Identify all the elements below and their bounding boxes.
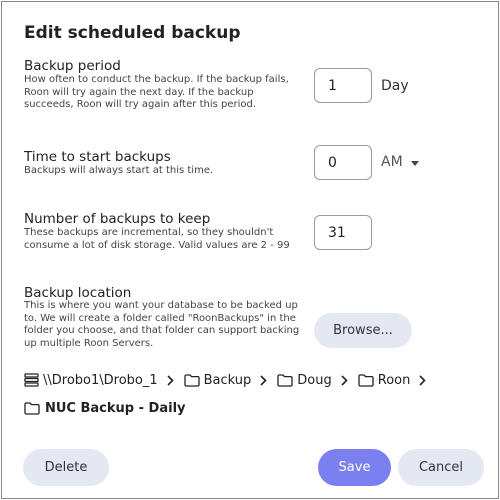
path-root-label: \\Drobo1\Drobo_1 [43, 372, 158, 388]
save-button[interactable]: Save [318, 449, 391, 486]
server-icon [24, 373, 39, 387]
dialog-title: Edit scheduled backup [24, 23, 241, 43]
folder-icon [277, 373, 293, 387]
chevron-right-icon [260, 374, 267, 386]
backup-path-breadcrumb: \\Drobo1\Drobo_1 Backup Doug Roon [24, 370, 436, 390]
start-time-description: Backups will always start at this time. [24, 165, 214, 176]
path-root[interactable]: \\Drobo1\Drobo_1 [24, 373, 158, 388]
browse-button[interactable]: Browse... [314, 313, 412, 348]
path-folder-label: Backup [203, 372, 252, 388]
path-folder-label: Doug [297, 372, 332, 388]
backup-path-final: NUC Backup - Daily [24, 398, 186, 418]
backup-period-description: How often to conduct the backup. If the … [24, 74, 289, 110]
chevron-right-icon [419, 374, 427, 386]
folder-icon [24, 401, 40, 415]
backup-period-input[interactable] [314, 68, 372, 103]
start-time-title: Time to start backups [24, 149, 171, 165]
path-folder-doug[interactable]: Doug [277, 372, 332, 388]
folder-icon [183, 373, 200, 387]
path-folder-label: Roon [377, 372, 411, 388]
backup-period-title: Backup period [24, 58, 121, 74]
path-folder-backup[interactable]: Backup [183, 372, 252, 388]
folder-icon [358, 373, 374, 387]
cancel-button[interactable]: Cancel [398, 449, 484, 486]
ampm-select-value: AM [381, 154, 403, 170]
chevron-right-icon [341, 374, 348, 386]
path-folder-roon[interactable]: Roon [358, 372, 411, 388]
backups-to-keep-title: Number of backups to keep [24, 211, 211, 227]
chevron-right-icon [167, 374, 174, 386]
edit-scheduled-backup-dialog: Edit scheduled backup Backup period How … [1, 1, 499, 499]
backups-to-keep-description: These backups are incremental, so they s… [24, 227, 290, 251]
backup-location-title: Backup location [24, 285, 132, 301]
path-folder-final[interactable]: NUC Backup - Daily [24, 401, 186, 416]
path-final-label: NUC Backup - Daily [45, 400, 186, 416]
backups-to-keep-input[interactable] [314, 215, 372, 250]
start-time-input[interactable] [314, 145, 372, 180]
backup-period-unit: Day [381, 78, 409, 94]
delete-button[interactable]: Delete [23, 449, 109, 486]
ampm-select[interactable]: AM [381, 152, 421, 174]
backup-location-description: This is where you want your database to … [24, 300, 300, 349]
caret-down-icon [411, 161, 419, 166]
